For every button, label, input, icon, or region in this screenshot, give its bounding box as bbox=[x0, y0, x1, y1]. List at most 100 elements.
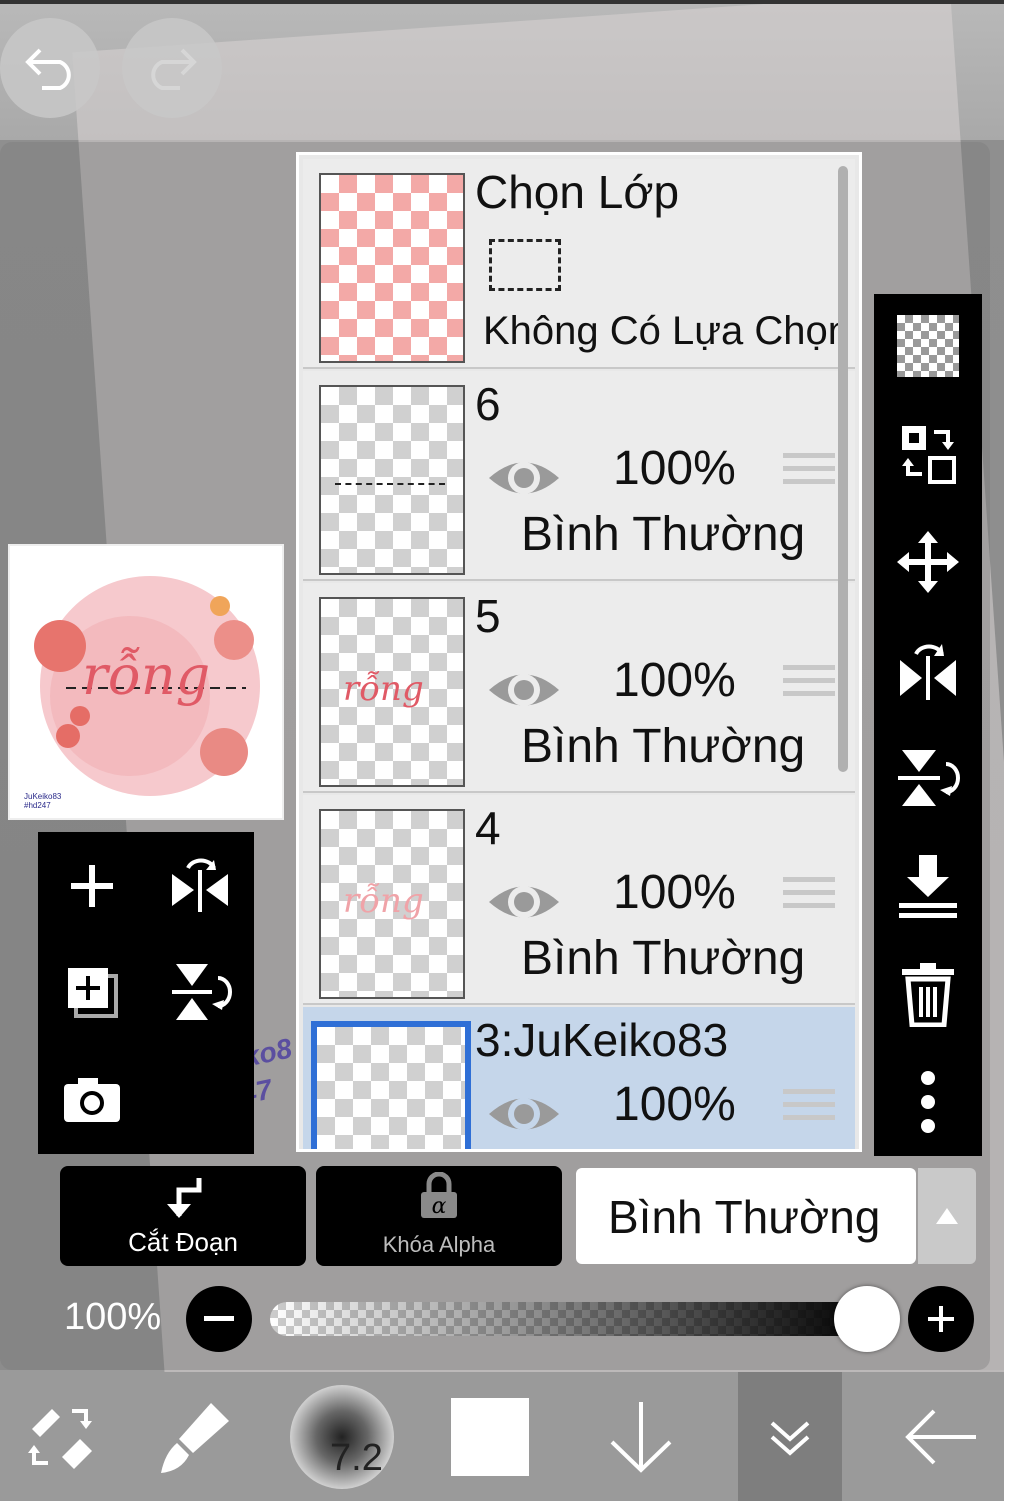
layer-row-selected[interactable]: 3:JuKeiko83 100% bbox=[303, 1007, 855, 1151]
signature-line: #hd247 bbox=[24, 801, 51, 810]
layer-name: 4 bbox=[475, 802, 501, 854]
minus-icon bbox=[204, 1316, 234, 1321]
eye-icon[interactable] bbox=[487, 1077, 561, 1151]
opacity-slider[interactable] bbox=[270, 1302, 870, 1336]
eye-icon[interactable] bbox=[487, 653, 561, 727]
alpha-lock-button[interactable]: α Khóa Alpha bbox=[316, 1166, 562, 1266]
layer-name: 6 bbox=[475, 378, 501, 430]
color-swatch bbox=[451, 1397, 529, 1476]
down-arrow-button[interactable] bbox=[586, 1372, 696, 1501]
camera-icon bbox=[64, 1078, 120, 1122]
drag-handle-icon[interactable] bbox=[783, 1089, 835, 1133]
layer-blend-mode: Bình Thường bbox=[521, 932, 806, 985]
new-transparent-layer-button[interactable] bbox=[888, 306, 968, 386]
thumbnail-text: rỗng bbox=[343, 669, 424, 709]
brush-tool-button[interactable] bbox=[140, 1372, 250, 1501]
layers-collapse-icon bbox=[770, 1421, 810, 1456]
chevron-up-icon bbox=[936, 1208, 958, 1224]
opacity-increase-button[interactable] bbox=[908, 1286, 974, 1352]
lock-icon: α bbox=[421, 1172, 457, 1219]
layer-name: 3:JuKeiko83 bbox=[475, 1014, 729, 1066]
right-toolbar bbox=[874, 294, 982, 1156]
back-button[interactable] bbox=[880, 1372, 1000, 1501]
blend-mode-dropdown-button[interactable] bbox=[918, 1168, 976, 1264]
flip-horizontal-button[interactable] bbox=[150, 836, 250, 936]
layer-transform-button[interactable] bbox=[888, 414, 968, 494]
top-border bbox=[0, 0, 1004, 4]
artwork-text: rỗng bbox=[82, 644, 211, 707]
layer-selection[interactable]: Chọn Lớp Không Có Lựa Chọn bbox=[303, 159, 855, 369]
clipping-label: Cắt Đoạn bbox=[128, 1227, 238, 1257]
move-button[interactable] bbox=[888, 522, 968, 602]
redo-button[interactable] bbox=[122, 18, 222, 118]
layer-opacity: 100% bbox=[613, 442, 736, 495]
layer-thumbnail bbox=[319, 173, 465, 363]
drag-handle-icon[interactable] bbox=[783, 453, 835, 497]
flip-vertical-button[interactable] bbox=[150, 942, 250, 1042]
layer-row[interactable]: rỗng 5 100% Bình Thường bbox=[303, 583, 855, 793]
layer-list-scrollbar[interactable] bbox=[838, 166, 848, 772]
clip-arrow-icon bbox=[167, 1178, 202, 1218]
flip-horizontal-button[interactable] bbox=[888, 630, 968, 710]
back-arrow-icon bbox=[905, 1409, 976, 1464]
redo-icon bbox=[151, 48, 197, 90]
add-layer-copy-button[interactable] bbox=[42, 942, 142, 1042]
plus-icon bbox=[928, 1306, 954, 1332]
opacity-label: 100% bbox=[64, 1296, 162, 1338]
layer-blend-mode: Bình Thường bbox=[521, 720, 806, 773]
camera-button[interactable] bbox=[42, 1050, 142, 1150]
layer-thumbnail bbox=[319, 385, 465, 575]
add-layer-button[interactable] bbox=[42, 836, 142, 936]
blend-mode-select[interactable]: Bình Thường bbox=[576, 1168, 916, 1264]
undo-icon bbox=[25, 48, 71, 90]
canvas-preview[interactable]: rỗng JuKeiko83 #hd247 bbox=[8, 544, 284, 820]
add-layer-icon bbox=[71, 865, 113, 907]
more-options-button[interactable] bbox=[888, 1062, 968, 1142]
thumbnail-text: rỗng bbox=[343, 881, 424, 921]
brush-size-preview: 7.2 bbox=[290, 1384, 394, 1489]
flip-vertical-button[interactable] bbox=[888, 738, 968, 818]
move-icon bbox=[897, 531, 959, 593]
blend-mode-value: Bình Thường bbox=[608, 1191, 881, 1243]
brush-size-button[interactable]: 7.2 bbox=[284, 1372, 400, 1501]
layers-collapse-button[interactable] bbox=[738, 1372, 842, 1501]
more-vert-icon bbox=[921, 1071, 935, 1133]
layer-list[interactable]: Chọn Lớp Không Có Lựa Chọn 6 100% Bình T… bbox=[296, 152, 862, 1152]
eye-icon[interactable] bbox=[487, 441, 561, 515]
layer-opacity: 100% bbox=[613, 1078, 736, 1131]
alpha-lock-label: Khóa Alpha bbox=[382, 1232, 496, 1257]
selection-status: Không Có Lựa Chọn bbox=[483, 309, 851, 353]
merge-down-icon bbox=[899, 855, 957, 918]
flip-horizontal-icon bbox=[900, 644, 956, 700]
trash-icon bbox=[902, 963, 954, 1027]
opacity-slider-knob[interactable] bbox=[834, 1286, 900, 1352]
layer-name: 5 bbox=[475, 590, 501, 642]
selection-marquee-icon bbox=[489, 239, 561, 291]
svg-text:α: α bbox=[432, 1194, 447, 1219]
clipping-button[interactable]: Cắt Đoạn bbox=[60, 1166, 306, 1266]
down-arrow-icon bbox=[610, 1401, 672, 1473]
add-layer-copy-icon bbox=[68, 968, 118, 1018]
signature-line: JuKeiko83 bbox=[24, 792, 62, 801]
layer-blend-mode: Bình Thường bbox=[521, 508, 806, 561]
left-toolbar bbox=[38, 832, 254, 1154]
layer-thumbnail: rỗng bbox=[319, 597, 465, 787]
layer-row[interactable]: 6 100% Bình Thường bbox=[303, 371, 855, 581]
preview-signature: JuKeiko83 #hd247 bbox=[24, 792, 61, 810]
checkerboard-icon bbox=[897, 315, 959, 377]
layer-opacity: 100% bbox=[613, 654, 736, 707]
drag-handle-icon[interactable] bbox=[783, 665, 835, 709]
swap-tools-button[interactable] bbox=[0, 1372, 120, 1501]
flip-vertical-icon bbox=[172, 964, 232, 1020]
layer-row[interactable]: rỗng 4 100% Bình Thường bbox=[303, 795, 855, 1005]
thumbnail-signature-line bbox=[335, 483, 445, 485]
undo-button[interactable] bbox=[0, 18, 100, 118]
merge-down-button[interactable] bbox=[888, 846, 968, 926]
layer-thumbnail bbox=[311, 1021, 471, 1149]
flip-horizontal-icon bbox=[172, 858, 228, 912]
drag-handle-icon[interactable] bbox=[783, 877, 835, 921]
color-picker-button[interactable] bbox=[440, 1372, 540, 1501]
delete-layer-button[interactable] bbox=[888, 954, 968, 1034]
eye-icon[interactable] bbox=[487, 865, 561, 939]
opacity-decrease-button[interactable] bbox=[186, 1286, 252, 1352]
